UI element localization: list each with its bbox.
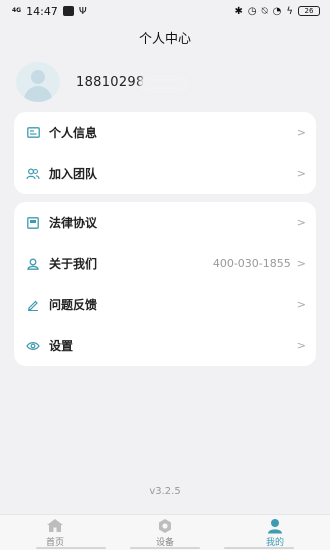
menu-item-join-team[interactable]: 加入团队 > xyxy=(14,153,316,194)
menu-label: 个人信息 xyxy=(49,126,98,140)
document-icon xyxy=(26,216,40,230)
menu-label: 关于我们 xyxy=(49,257,98,271)
user-icon xyxy=(26,257,40,271)
notification-icon xyxy=(62,6,74,16)
tab-label: 我的 xyxy=(265,537,284,548)
status-time: 14:47 xyxy=(26,4,58,18)
avatar-head xyxy=(31,70,45,84)
profile-icon xyxy=(266,518,284,534)
wifi-icon: ◔ xyxy=(272,5,282,17)
home-icon xyxy=(46,518,64,534)
tab-label: 设备 xyxy=(155,537,174,548)
charging-icon: ϟ xyxy=(286,5,293,17)
hotline-number: 400-030-1855 xyxy=(212,257,291,270)
tab-mine[interactable]: 我的 xyxy=(220,515,330,550)
menu-label: 加入团队 xyxy=(49,167,98,181)
menu-item-about-us[interactable]: 关于我们 400-030-1855 > xyxy=(14,243,316,284)
id-card-icon xyxy=(26,126,40,140)
menu-item-settings[interactable]: 设置 > xyxy=(14,325,316,366)
phone-redaction xyxy=(140,76,188,91)
profile-section[interactable]: 18810298 xyxy=(16,62,188,102)
menu-label: 问题反馈 xyxy=(49,298,98,312)
page-header: 个人中心 xyxy=(0,22,330,52)
menu-item-personal-info[interactable]: 个人信息 > xyxy=(14,112,316,153)
menu-card-general: 法律协议 > 关于我们 400-030-1855 > 问题反馈 > 设置 > xyxy=(14,202,316,366)
status-bar: 4G 14:47 Ψ ✱ ◷ ⍉ ◔ ϟ 26 xyxy=(0,0,330,22)
network-indicator: 4G xyxy=(12,7,22,14)
battery-icon: 26 xyxy=(298,6,320,16)
device-icon xyxy=(156,518,174,534)
phone-number: 18810298 xyxy=(76,74,145,90)
page-title: 个人中心 xyxy=(138,31,191,47)
tab-underline xyxy=(130,547,200,549)
tab-label: 首页 xyxy=(45,537,64,548)
edit-icon xyxy=(26,298,40,312)
team-icon xyxy=(26,167,40,181)
chevron-right-icon: > xyxy=(296,298,306,311)
tab-underline xyxy=(36,547,106,549)
chevron-right-icon: > xyxy=(296,126,306,139)
avatar[interactable] xyxy=(16,62,60,102)
tab-home[interactable]: 首页 xyxy=(0,515,110,550)
alarm-icon: ◷ xyxy=(247,5,257,17)
app-version: v3.2.5 xyxy=(149,486,181,497)
chevron-right-icon: > xyxy=(296,339,306,352)
bottom-tab-bar: 首页 设备 我的 xyxy=(0,514,330,550)
mute-icon: ⍉ xyxy=(261,5,268,17)
profile-phone: 18810298 xyxy=(76,74,188,91)
menu-card-account: 个人信息 > 加入团队 > xyxy=(14,112,316,194)
tab-underline xyxy=(224,547,294,549)
menu-item-feedback[interactable]: 问题反馈 > xyxy=(14,284,316,325)
bluetooth-icon: ✱ xyxy=(234,5,243,17)
chevron-right-icon: > xyxy=(296,257,306,270)
usb-icon: Ψ xyxy=(78,5,87,17)
menu-label: 设置 xyxy=(49,339,74,353)
tab-device[interactable]: 设备 xyxy=(110,515,220,550)
eye-icon xyxy=(26,339,40,353)
battery-level: 26 xyxy=(304,7,314,15)
menu-item-legal[interactable]: 法律协议 > xyxy=(14,202,316,243)
avatar-body xyxy=(24,86,52,102)
menu-label: 法律协议 xyxy=(49,216,98,230)
chevron-right-icon: > xyxy=(296,216,306,229)
chevron-right-icon: > xyxy=(296,167,306,180)
